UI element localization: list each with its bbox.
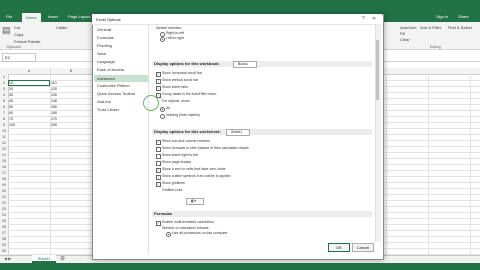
tab-file[interactable]: File (6, 14, 12, 19)
nav-item-add-ins[interactable]: Add-ins (97, 99, 111, 104)
sheet-tab-sheet1[interactable]: Sheet1 (32, 255, 56, 263)
add-sheet-icon[interactable]: ⊕ (60, 255, 65, 262)
threads-label: Number of calculation threads (162, 226, 209, 230)
option-label: Nothing (hide objects) (166, 113, 201, 117)
nav-item-customize-ribbon[interactable]: Customize Ribbon (97, 83, 130, 88)
nav-item-save[interactable]: Save (97, 51, 106, 56)
default-direction-label: Default direction: (156, 26, 183, 30)
option-label: Gridline color (162, 188, 183, 192)
nav-item-language[interactable]: Language (97, 59, 115, 64)
option-label: Show formulas in cells instead of their … (162, 146, 249, 150)
copy-button[interactable]: Copy (14, 32, 23, 37)
gridline-column (428, 74, 429, 255)
option-checkbox[interactable]: ✓ (156, 86, 161, 91)
status-bar (0, 263, 480, 270)
workbook-section-header: Display options for this workbook: (152, 61, 372, 67)
rtl-label: Right-to-left (166, 31, 185, 35)
format-painter-button[interactable]: Format Painter (14, 39, 40, 44)
selected-cell-outline (8, 80, 50, 86)
option-radio[interactable] (160, 114, 165, 119)
worksheet-selector[interactable]: Sheet1 (226, 129, 250, 136)
nav-item-general[interactable]: General (97, 27, 111, 32)
nav-item-trust-center[interactable]: Trust Center (97, 107, 119, 112)
option-label: Show sheet right-to-left (162, 153, 198, 157)
option-label: Show page breaks (162, 160, 191, 164)
help-icon[interactable]: ? (362, 16, 365, 22)
option-label: Show horizontal scroll bar (162, 71, 203, 75)
option-label: Show a zero in cells that have zero valu… (162, 167, 226, 171)
gridline-column (386, 74, 387, 255)
option-label: Show vertical scroll bar (162, 78, 198, 82)
option-checkbox[interactable]: ✓ (156, 182, 161, 187)
dialog-scrollbar-thumb[interactable] (376, 40, 379, 100)
multithread-label: Enable multi-threaded calculation (162, 220, 214, 224)
column-header-b[interactable]: B (50, 68, 93, 74)
multithread-checkbox[interactable]: ✓ (156, 221, 161, 226)
cancel-button[interactable]: Cancel (352, 243, 374, 252)
option-label: Group dates in the AutoFilter menu (162, 92, 217, 96)
option-checkbox[interactable] (156, 147, 161, 152)
worksheet-section-header: Display options for this worksheet: (152, 129, 372, 135)
ltr-radio[interactable] (160, 37, 165, 42)
tab-home[interactable]: Home (22, 13, 41, 22)
tab-page-layout[interactable]: Page Layout (68, 14, 90, 19)
gridline-color-picker[interactable]: ◧▾ (186, 198, 204, 205)
cursor-highlight-ring (143, 95, 159, 111)
option-checkbox[interactable]: ✓ (156, 72, 161, 77)
nav-item-ease-of-access[interactable]: Ease of Access (97, 67, 124, 72)
sign-in-link[interactable]: Sign in (436, 14, 448, 19)
nav-item-proofing[interactable]: Proofing (97, 43, 112, 48)
option-radio[interactable] (160, 107, 165, 112)
option-label: Show sheet tabs (162, 85, 188, 89)
all-processors-radio[interactable] (166, 232, 171, 237)
option-checkbox[interactable] (156, 161, 161, 166)
close-icon[interactable]: ✕ (372, 16, 376, 22)
option-label: Show row and column headers (162, 139, 211, 143)
dialog-title: Excel Options (96, 17, 121, 22)
option-checkbox[interactable]: ✓ (156, 140, 161, 145)
sort-filter-button[interactable]: Sort & Filter (420, 25, 441, 30)
option-label: Show outline symbols if an outline is ap… (162, 174, 231, 178)
column-header-a[interactable]: A (8, 68, 51, 74)
formulas-section-header: Formulas (152, 211, 372, 217)
nav-item-formulas[interactable]: Formulas (97, 35, 114, 40)
option-checkbox[interactable]: ✓ (156, 175, 161, 180)
option-checkbox[interactable]: ✓ (156, 168, 161, 173)
dialog-title-bar (92, 14, 382, 25)
excel-options-dialog (92, 14, 384, 260)
workbook-selector[interactable]: Book1 (233, 61, 257, 68)
option-label: For objects, show: (162, 99, 191, 103)
ltr-label: Left-to-right (166, 36, 184, 40)
all-processors-label: Use all processors on this computer (172, 231, 228, 235)
sheet-nav-arrows-icon[interactable]: ◀ ▶ (4, 256, 11, 261)
ok-button[interactable]: OK (328, 243, 350, 252)
editing-group-label: Editing (430, 45, 441, 49)
option-label: All (166, 106, 170, 110)
cell-a9[interactable]: 100 (9, 122, 15, 128)
row-header[interactable]: 30 (0, 248, 8, 254)
share-button[interactable]: Share (458, 14, 469, 19)
font-name-select[interactable]: Calibri (56, 25, 67, 30)
fill-button[interactable]: Fill (400, 31, 405, 36)
cell-b9[interactable]: 200 (51, 122, 57, 128)
option-checkbox[interactable] (156, 154, 161, 159)
nav-item-advanced[interactable]: Advanced (94, 75, 149, 82)
cut-button[interactable]: Cut (14, 25, 20, 30)
option-label: Show gridlines (162, 181, 185, 185)
nav-divider (148, 24, 149, 254)
paste-icon[interactable]: ▤ (2, 25, 11, 36)
find-select-button[interactable]: Find & Select (448, 25, 472, 30)
clear-button[interactable]: Clear (400, 37, 410, 42)
name-box[interactable]: E2 (2, 53, 36, 62)
clipboard-group-label: Clipboard (6, 45, 21, 49)
autosum-button[interactable]: AutoSum (400, 25, 416, 30)
nav-item-quick-access-toolbar[interactable]: Quick Access Toolbar (97, 91, 135, 96)
option-checkbox[interactable]: ✓ (156, 79, 161, 84)
tab-insert[interactable]: Insert (48, 14, 58, 19)
gridline-column (470, 74, 471, 255)
